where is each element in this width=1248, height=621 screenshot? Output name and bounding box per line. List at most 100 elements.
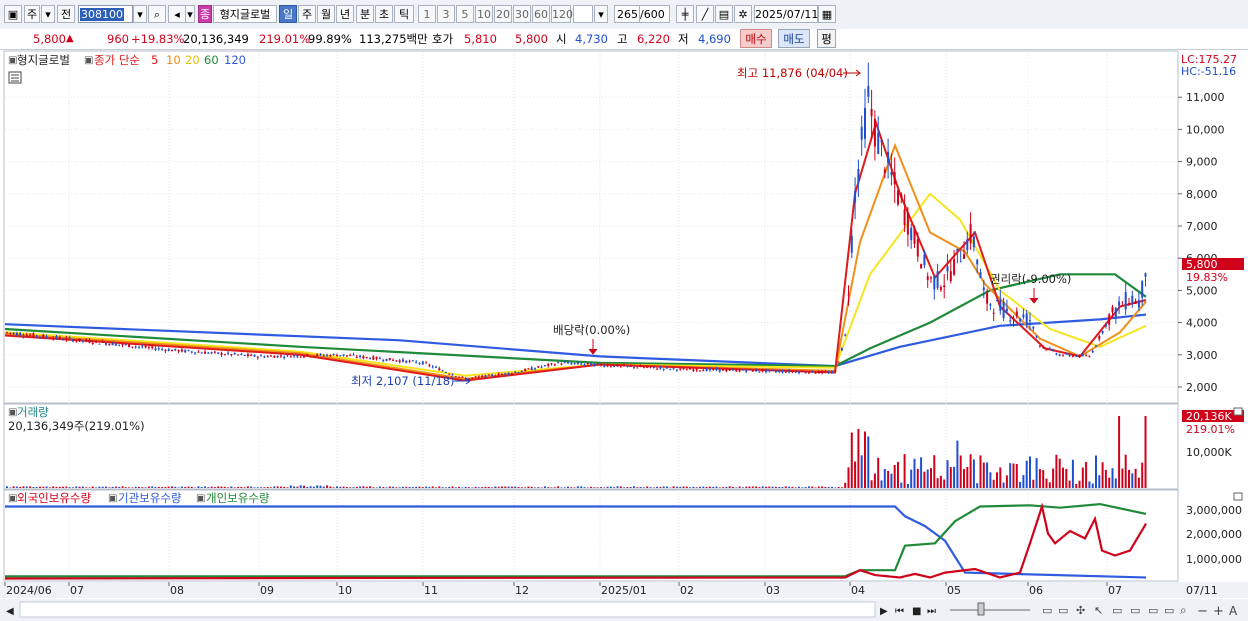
interval-5[interactable]: 5 <box>456 5 474 23</box>
volume-bar <box>675 486 678 488</box>
period-tick[interactable]: 틱 <box>394 5 414 23</box>
mode-select[interactable]: 주 <box>24 5 40 23</box>
period-day[interactable]: 일 <box>279 5 297 23</box>
candle-body <box>395 360 398 362</box>
code-dropdown-icon[interactable]: ▾ <box>133 5 147 23</box>
period-second[interactable]: 초 <box>375 5 393 23</box>
hc-label: HC:-51.16 <box>1181 65 1236 78</box>
auto-scale-icon[interactable]: A <box>1229 604 1238 618</box>
interval-30[interactable]: 30 <box>513 5 531 23</box>
volume-bar <box>959 455 962 488</box>
zoom-in-icon[interactable]: + <box>1213 604 1224 619</box>
prev-button[interactable]: 전 <box>57 5 75 23</box>
cursor-icon[interactable]: ↖ <box>1094 604 1103 617</box>
volume-bar <box>794 487 797 488</box>
speaker-icon[interactable]: ◂ <box>168 5 186 23</box>
volume-bar <box>590 486 593 488</box>
period-minute[interactable]: 분 <box>356 5 374 23</box>
play-back-icon[interactable]: ⏮ <box>895 606 904 617</box>
interval-120[interactable]: 120 <box>551 5 573 23</box>
holdings-panel-close-icon[interactable] <box>1233 492 1243 501</box>
candle-body <box>365 356 368 358</box>
price-tick-label: 7,000 <box>1186 220 1218 233</box>
speaker-dropdown-icon[interactable]: ▾ <box>185 5 195 23</box>
volume-bar <box>761 486 764 488</box>
interval-60[interactable]: 60 <box>532 5 550 23</box>
volume-bar <box>996 472 998 488</box>
play-forward-icon[interactable]: ⏭ <box>927 606 936 617</box>
magnifier-icon[interactable]: ⌕ <box>1180 603 1187 617</box>
stock-chart[interactable]: 11,00010,0009,0008,0007,0006,0005,0004,0… <box>0 50 1248 621</box>
candle-body <box>200 352 203 354</box>
volume-value: 20,136,349 <box>183 32 249 46</box>
volume-bar <box>982 462 985 488</box>
interval-10[interactable]: 10 <box>475 5 493 23</box>
volume-bar <box>834 487 837 488</box>
period-week[interactable]: 주 <box>298 5 316 23</box>
volume-bar <box>355 486 358 488</box>
count-input[interactable]: 265 <box>614 5 640 23</box>
save-icon[interactable]: ▤ <box>715 5 733 23</box>
interval-3[interactable]: 3 <box>437 5 455 23</box>
candle-body <box>656 368 659 370</box>
candle-body <box>134 346 137 348</box>
period-year[interactable]: 년 <box>336 5 354 23</box>
candle-body <box>1111 306 1114 312</box>
layout-icon-1[interactable]: ▭ <box>1042 604 1052 617</box>
scroll-left-icon[interactable]: ◀ <box>6 606 14 617</box>
candle-body <box>603 365 606 367</box>
candle-body <box>646 367 649 369</box>
interval-20[interactable]: 20 <box>494 5 512 23</box>
candle-type-icon[interactable]: ╪ <box>676 5 694 23</box>
crosshair-icon[interactable]: ✣ <box>1076 604 1085 617</box>
volume-bar <box>946 460 949 488</box>
buy-button[interactable]: 매수 <box>740 29 772 48</box>
interval-custom-input[interactable] <box>573 5 593 23</box>
candle-body <box>484 374 487 378</box>
candle-body <box>530 367 533 370</box>
volume-bar <box>969 454 972 488</box>
period-month[interactable]: 월 <box>317 5 335 23</box>
legend-ma5: 5 <box>151 53 158 67</box>
volume-panel-close-icon[interactable] <box>1233 407 1243 416</box>
candle-body <box>359 355 362 358</box>
candle-body <box>553 364 556 366</box>
x-tick-label: 02 <box>680 584 694 597</box>
x-tick-label: 06 <box>1029 584 1043 597</box>
layout-icon-6[interactable]: ▭ <box>1164 604 1174 617</box>
holdings-legend-icon-2: ▣ <box>108 493 117 504</box>
candle-body <box>45 336 48 338</box>
mode-dropdown-icon[interactable]: ▾ <box>41 5 55 23</box>
layout-icon-5[interactable]: ▭ <box>1148 604 1158 617</box>
candle-body <box>382 360 385 362</box>
interval-1[interactable]: 1 <box>418 5 436 23</box>
layout-icon-2[interactable]: ▭ <box>1058 604 1068 617</box>
scroll-right-icon[interactable]: ▶ <box>880 606 888 617</box>
eval-button[interactable]: 평 <box>817 29 836 48</box>
candle-body <box>1042 346 1045 348</box>
layout-icon-3[interactable]: ▭ <box>1112 604 1122 617</box>
volume-bar <box>415 486 418 488</box>
zoom-out-icon[interactable]: − <box>1197 604 1208 619</box>
candle-body <box>586 363 589 365</box>
stock-code-input[interactable]: 308100 <box>78 5 133 23</box>
candle-body <box>567 362 569 364</box>
date-input[interactable]: 2025/07/11 <box>754 5 818 23</box>
horizontal-scrollbar[interactable] <box>19 601 876 618</box>
candle-body <box>378 358 381 360</box>
sell-button[interactable]: 매도 <box>778 29 810 48</box>
layout-icon-4[interactable]: ▭ <box>1130 604 1140 617</box>
stop-icon[interactable]: ■ <box>912 606 921 617</box>
gear-icon[interactable]: ✲ <box>734 5 752 23</box>
candle-body <box>1002 302 1005 319</box>
volume-bar <box>530 486 533 488</box>
zoom-slider-thumb[interactable] <box>977 602 985 616</box>
interval-dropdown-icon[interactable]: ▾ <box>594 5 608 23</box>
chart-window-icon[interactable]: ▣ <box>4 5 22 23</box>
calendar-icon[interactable]: ▦ <box>818 5 836 23</box>
volume-bar <box>441 487 444 488</box>
candle-body <box>748 369 751 371</box>
search-icon[interactable]: ⌕ <box>148 5 166 23</box>
drawing-tool-icon[interactable]: ╱ <box>696 5 714 23</box>
volume-bar <box>626 487 629 488</box>
